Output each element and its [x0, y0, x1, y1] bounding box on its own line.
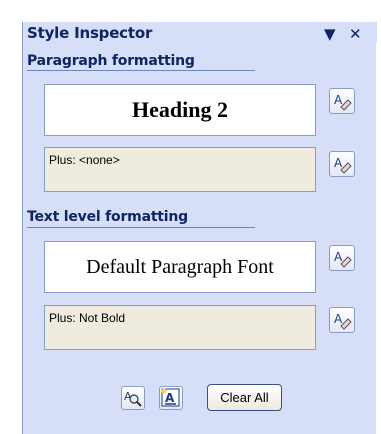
svg-text:A: A — [334, 93, 343, 107]
text-style-name: Default Paragraph Font — [86, 255, 274, 278]
clear-formatting-icon: A — [334, 250, 352, 268]
new-style-icon: A — [161, 388, 180, 407]
reveal-formatting-button[interactable]: A — [121, 386, 145, 410]
svg-text:A: A — [334, 156, 343, 170]
clear-paragraph-formatting-button[interactable]: A — [329, 88, 355, 114]
text-plus-text: Plus: Not Bold — [49, 311, 126, 325]
close-icon[interactable]: ✕ — [349, 25, 362, 43]
pane-title: Style Inspector — [27, 24, 153, 42]
text-plus-box: Plus: Not Bold — [44, 305, 316, 350]
dropdown-arrow-icon[interactable]: ▼ — [324, 25, 336, 43]
paragraph-plus-text: Plus: <none> — [49, 153, 120, 167]
svg-text:A: A — [165, 391, 175, 405]
clear-formatting-icon: A — [334, 312, 352, 330]
style-inspector-pane: Style Inspector ▼ ✕ Paragraph formatting… — [22, 22, 377, 434]
section-divider — [27, 227, 255, 228]
paragraph-formatting-heading: Paragraph formatting — [27, 53, 195, 69]
clear-all-button[interactable]: Clear All — [207, 384, 282, 411]
clear-text-formatting-button[interactable]: A — [329, 245, 355, 271]
svg-text:A: A — [334, 250, 343, 264]
clear-text-plus-button[interactable]: A — [329, 307, 355, 333]
clear-paragraph-plus-button[interactable]: A — [329, 151, 355, 177]
pane-titlebar: Style Inspector ▼ ✕ — [23, 22, 377, 43]
paragraph-plus-box: Plus: <none> — [44, 147, 316, 192]
new-style-button[interactable]: A — [159, 386, 183, 410]
magnifier-icon: A — [124, 390, 142, 407]
svg-text:A: A — [334, 312, 343, 326]
clear-formatting-icon: A — [334, 156, 352, 174]
paragraph-style-box[interactable]: Heading 2 — [44, 84, 316, 136]
text-style-box[interactable]: Default Paragraph Font — [44, 241, 316, 293]
clear-all-label: Clear All — [220, 390, 269, 405]
text-level-formatting-heading: Text level formatting — [27, 209, 188, 225]
paragraph-style-name: Heading 2 — [132, 97, 228, 122]
clear-formatting-icon: A — [334, 93, 352, 111]
section-divider — [27, 70, 255, 71]
